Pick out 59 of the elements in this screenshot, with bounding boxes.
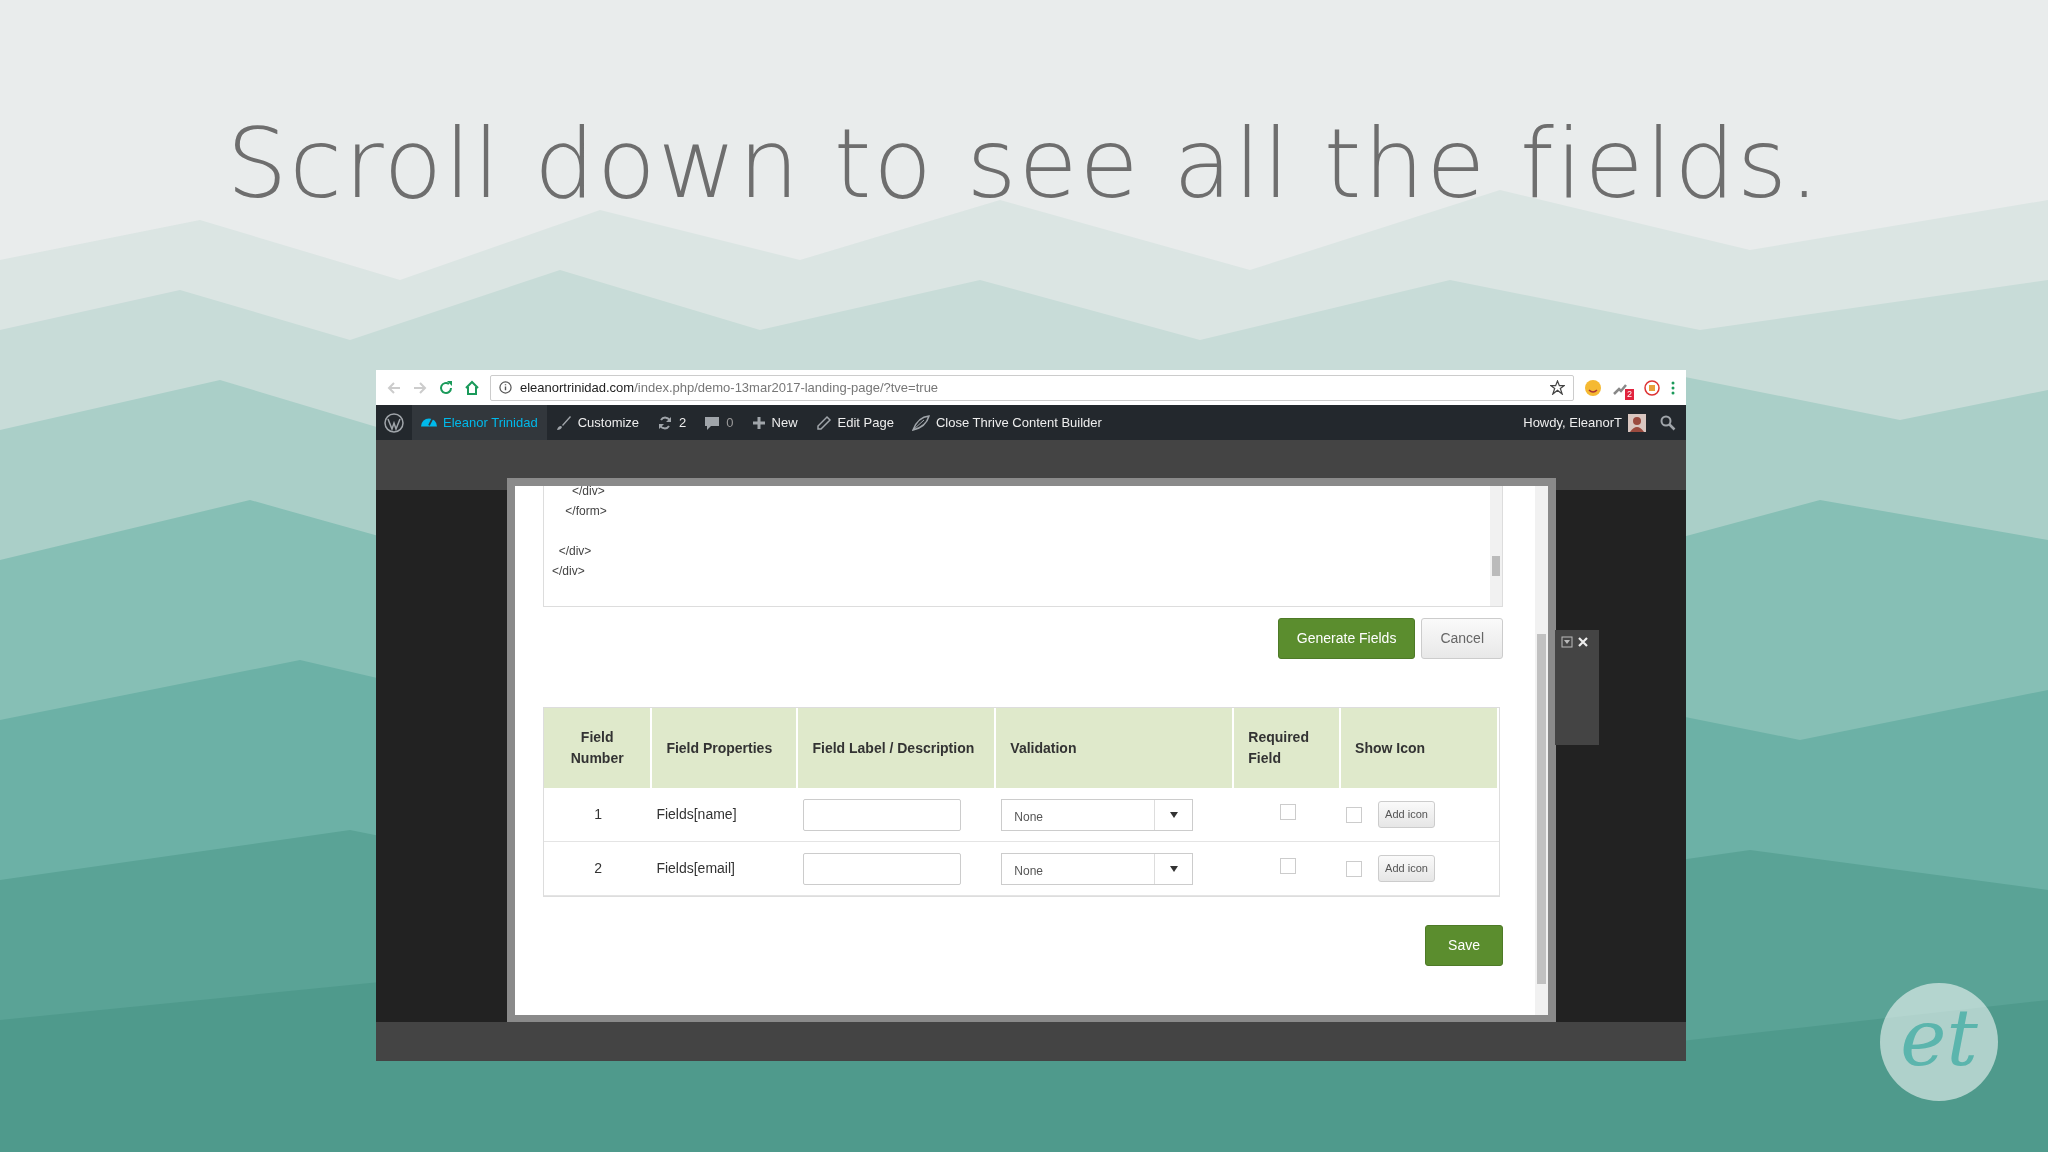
wordpress-logo-icon[interactable]	[384, 412, 404, 433]
greeting-text[interactable]: Howdy, EleanorT	[1523, 412, 1622, 433]
column-header: Field Properties	[652, 708, 799, 788]
input-field[interactable]	[803, 852, 962, 885]
logo: et	[1880, 983, 1998, 1101]
extension-icon[interactable]	[1644, 379, 1660, 396]
brush-icon	[555, 414, 572, 431]
generate-fields-button[interactable]: Generate Fields	[1277, 618, 1416, 659]
column-header: Field Number	[544, 708, 653, 788]
table-cell: 2	[544, 842, 653, 896]
emoji-icon[interactable]	[1584, 378, 1602, 397]
address-bar[interactable]: eleanortrinidad.com/index.php/demo-13mar2017-landing-page/?tve=true	[490, 374, 1574, 401]
minimize-icon[interactable]	[1561, 636, 1573, 648]
table-cell: Fields[name]	[652, 788, 799, 842]
info-icon	[499, 381, 512, 394]
toolbar-item[interactable]: New	[742, 405, 807, 440]
search-icon[interactable]	[1660, 414, 1676, 431]
url-domain: eleanortrinidad.com	[520, 379, 635, 395]
checkbox[interactable]	[1279, 803, 1296, 820]
notification-badge: 2	[1625, 388, 1634, 400]
caret-icon	[1169, 811, 1178, 818]
caret-icon	[1169, 865, 1178, 872]
dropdown[interactable]: None	[1001, 852, 1194, 885]
home-icon[interactable]	[464, 379, 480, 396]
toolbar-item[interactable]: Edit Page	[806, 405, 903, 440]
toolbar-item[interactable]: 0	[695, 405, 743, 440]
checkbox[interactable]	[1346, 860, 1363, 877]
code-textarea[interactable]: </div> </form> </div> </div>	[543, 486, 1503, 607]
toolbar-item[interactable]: 2	[648, 405, 696, 440]
avatar[interactable]	[1628, 413, 1646, 432]
close-icon[interactable]	[1577, 636, 1589, 648]
reload-icon[interactable]	[438, 379, 454, 396]
column-header: Required Field	[1234, 708, 1342, 788]
plus-icon	[751, 415, 766, 430]
speech-bubble-icon	[704, 414, 721, 431]
toolbar-item[interactable]: Close Thrive Content Builder	[902, 405, 1111, 440]
checkbox[interactable]	[1279, 857, 1296, 874]
checkbox[interactable]	[1346, 806, 1363, 823]
column-header: Validation	[996, 708, 1235, 788]
dropdown[interactable]: None	[1001, 798, 1194, 831]
add-icon-button[interactable]: Add icon	[1378, 855, 1435, 882]
url-path: /index.php/demo-13mar2017-landing-page/?tve=true	[634, 379, 939, 395]
pencil-icon	[815, 414, 832, 431]
dashboard-icon	[421, 418, 437, 427]
column-header: Field Label / Description	[798, 708, 997, 788]
refresh-icon	[657, 414, 674, 431]
slide-title: Scroll down to see all the fields.	[225, 107, 1823, 222]
column-header: Show Icon	[1341, 708, 1499, 788]
toolbar-item[interactable]: Eleanor Trinidad	[412, 405, 547, 440]
table-cell: Fields[email]	[652, 842, 799, 896]
table-cell: 1	[544, 788, 653, 842]
cancel-button[interactable]: Cancel	[1421, 618, 1503, 659]
toolbar-item[interactable]: Customize	[546, 405, 649, 440]
star-icon[interactable]	[1550, 380, 1565, 395]
input-field[interactable]	[803, 798, 962, 831]
menu-icon[interactable]	[1670, 379, 1676, 396]
add-icon-button[interactable]: Add icon	[1378, 801, 1435, 828]
leaf-icon	[911, 414, 930, 431]
save-button[interactable]: Save	[1425, 925, 1503, 966]
